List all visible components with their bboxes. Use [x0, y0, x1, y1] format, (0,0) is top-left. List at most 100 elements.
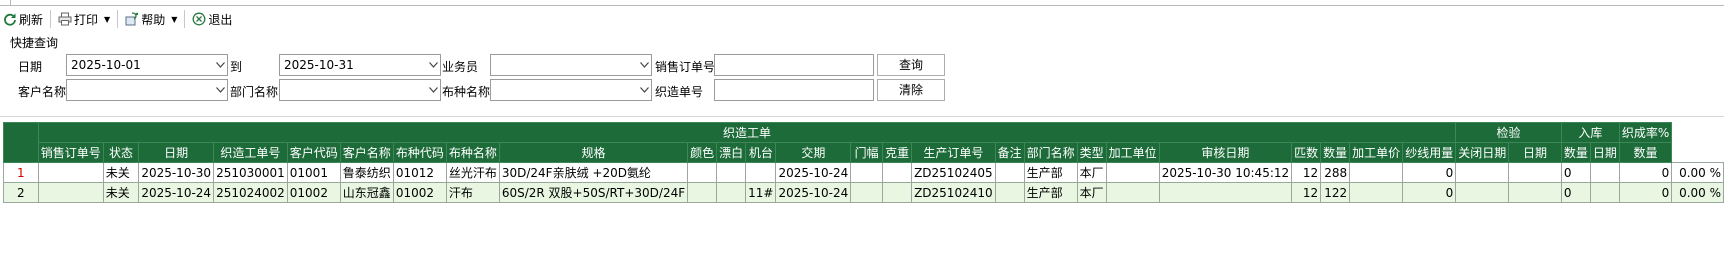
date-from-combo[interactable]: 2025-10-01: [66, 54, 228, 76]
table-cell[interactable]: 2025-10-24: [775, 182, 852, 203]
column-header[interactable]: 加工单价: [1349, 142, 1404, 163]
column-header[interactable]: 布种代码: [392, 142, 447, 163]
table-cell[interactable]: [1105, 162, 1160, 183]
weave-order-input[interactable]: [714, 79, 874, 101]
query-button[interactable]: 查询: [877, 54, 945, 76]
table-cell[interactable]: 鲁泰纺织: [339, 162, 394, 183]
column-header[interactable]: 日期: [138, 142, 215, 163]
table-cell[interactable]: 01002: [286, 182, 341, 203]
table-cell[interactable]: [687, 162, 718, 183]
table-cell[interactable]: [882, 182, 913, 203]
table-cell[interactable]: [1455, 182, 1510, 203]
table-cell[interactable]: [1589, 162, 1620, 183]
table-cell[interactable]: [745, 162, 777, 183]
chevron-down-icon[interactable]: ▼: [104, 15, 110, 24]
table-cell[interactable]: ZD25102410: [911, 182, 996, 203]
clear-button[interactable]: 清除: [877, 79, 945, 101]
column-header[interactable]: 匹数: [1291, 142, 1322, 163]
table-cell[interactable]: [37, 162, 104, 183]
print-button[interactable]: 打印 ▼: [55, 9, 113, 29]
column-header[interactable]: 部门名称: [1023, 142, 1078, 163]
table-cell[interactable]: 0.00 %: [1671, 182, 1724, 203]
table-cell[interactable]: 30D/24F亲肤绒 +20D氨纶: [498, 162, 689, 183]
table-cell[interactable]: 生产部: [1023, 162, 1078, 183]
table-cell[interactable]: [716, 162, 747, 183]
salesman-combo[interactable]: [490, 54, 652, 76]
table-cell[interactable]: [37, 182, 104, 203]
column-header[interactable]: 审核日期: [1158, 142, 1293, 163]
table-cell[interactable]: [1349, 182, 1404, 203]
table-cell[interactable]: [994, 182, 1025, 203]
table-cell[interactable]: 未关: [102, 182, 140, 203]
date-to-combo[interactable]: 2025-10-31: [279, 54, 441, 76]
table-cell[interactable]: 汗布: [445, 182, 500, 203]
chevron-down-icon[interactable]: [216, 86, 225, 94]
column-header[interactable]: 日期: [1589, 142, 1620, 163]
table-cell[interactable]: 251024002: [213, 182, 288, 203]
table-cell[interactable]: [994, 162, 1025, 183]
column-header[interactable]: 克重: [882, 142, 913, 163]
row-number[interactable]: 1: [3, 162, 39, 183]
row-number[interactable]: 2: [3, 182, 39, 203]
table-cell[interactable]: 01002: [392, 182, 447, 203]
column-header[interactable]: 销售订单号: [37, 142, 104, 163]
table-cell[interactable]: 01012: [392, 162, 447, 183]
exit-button[interactable]: 退出: [189, 9, 235, 29]
table-cell[interactable]: [882, 162, 913, 183]
column-header[interactable]: 布种名称: [445, 142, 500, 163]
table-cell[interactable]: 0.00 %: [1671, 162, 1724, 183]
help-button[interactable]: 帮助 ▼: [122, 9, 180, 29]
table-cell[interactable]: [687, 182, 718, 203]
table-cell[interactable]: 0: [1560, 162, 1591, 183]
chevron-down-icon[interactable]: [429, 86, 438, 94]
column-header[interactable]: 客户名称: [339, 142, 394, 163]
table-cell[interactable]: 11#: [745, 182, 777, 203]
column-header[interactable]: 类型: [1076, 142, 1107, 163]
table-cell[interactable]: [850, 162, 884, 183]
column-header[interactable]: 数量: [1560, 142, 1591, 163]
table-cell[interactable]: 0: [1560, 182, 1591, 203]
table-cell[interactable]: 0: [1618, 182, 1673, 203]
chevron-down-icon[interactable]: [640, 61, 649, 69]
column-header[interactable]: 颜色: [687, 142, 718, 163]
table-cell[interactable]: 2025-10-24: [775, 162, 852, 183]
table-cell[interactable]: 2025-10-30: [138, 162, 215, 183]
column-header[interactable]: 关闭日期: [1455, 142, 1510, 163]
table-cell[interactable]: [1508, 162, 1562, 183]
table-cell[interactable]: 60S/2R 双股+50S/RT+30D/24F: [498, 182, 689, 203]
column-header[interactable]: 漂白: [716, 142, 747, 163]
column-header[interactable]: 机台: [745, 142, 777, 163]
table-cell[interactable]: [1349, 162, 1404, 183]
table-cell[interactable]: 丝光汗布: [445, 162, 500, 183]
table-cell[interactable]: 288: [1320, 162, 1351, 183]
table-cell[interactable]: [716, 182, 747, 203]
table-cell[interactable]: [1589, 182, 1620, 203]
column-header[interactable]: 门幅: [850, 142, 884, 163]
chevron-down-icon[interactable]: [216, 61, 225, 69]
fabric-combo[interactable]: [490, 79, 652, 101]
column-header[interactable]: 客户代码: [286, 142, 341, 163]
table-cell[interactable]: [1508, 182, 1562, 203]
table-cell[interactable]: 本厂: [1076, 182, 1107, 203]
table-cell[interactable]: ZD25102405: [911, 162, 996, 183]
table-row[interactable]: 2 未关 2025-10-24 251024002 01002 山东冠鑫 01002 汗布 60…: [3, 182, 1724, 203]
column-header[interactable]: 纱线用量: [1402, 142, 1457, 163]
table-cell[interactable]: 12: [1291, 182, 1322, 203]
table-row[interactable]: 1 未关 2025-10-30 251030001 01001 鲁泰纺织 01012 丝光汗布…: [3, 162, 1724, 183]
table-cell[interactable]: [1105, 182, 1160, 203]
table-cell[interactable]: 0: [1402, 182, 1457, 203]
table-cell[interactable]: 122: [1320, 182, 1351, 203]
refresh-button[interactable]: 刷新: [0, 9, 46, 29]
column-header[interactable]: 织造工单号: [213, 142, 288, 163]
column-header[interactable]: 数量: [1320, 142, 1351, 163]
table-cell[interactable]: 0: [1402, 162, 1457, 183]
chevron-down-icon[interactable]: [640, 86, 649, 94]
table-cell[interactable]: 0: [1618, 162, 1673, 183]
chevron-down-icon[interactable]: ▼: [171, 15, 177, 24]
table-cell[interactable]: [1455, 162, 1510, 183]
dept-combo[interactable]: [279, 79, 441, 101]
column-header[interactable]: 数量: [1618, 142, 1673, 163]
table-cell[interactable]: 2025-10-30 10:45:12: [1158, 162, 1293, 183]
column-header[interactable]: 日期: [1508, 142, 1562, 163]
table-cell[interactable]: 未关: [102, 162, 140, 183]
